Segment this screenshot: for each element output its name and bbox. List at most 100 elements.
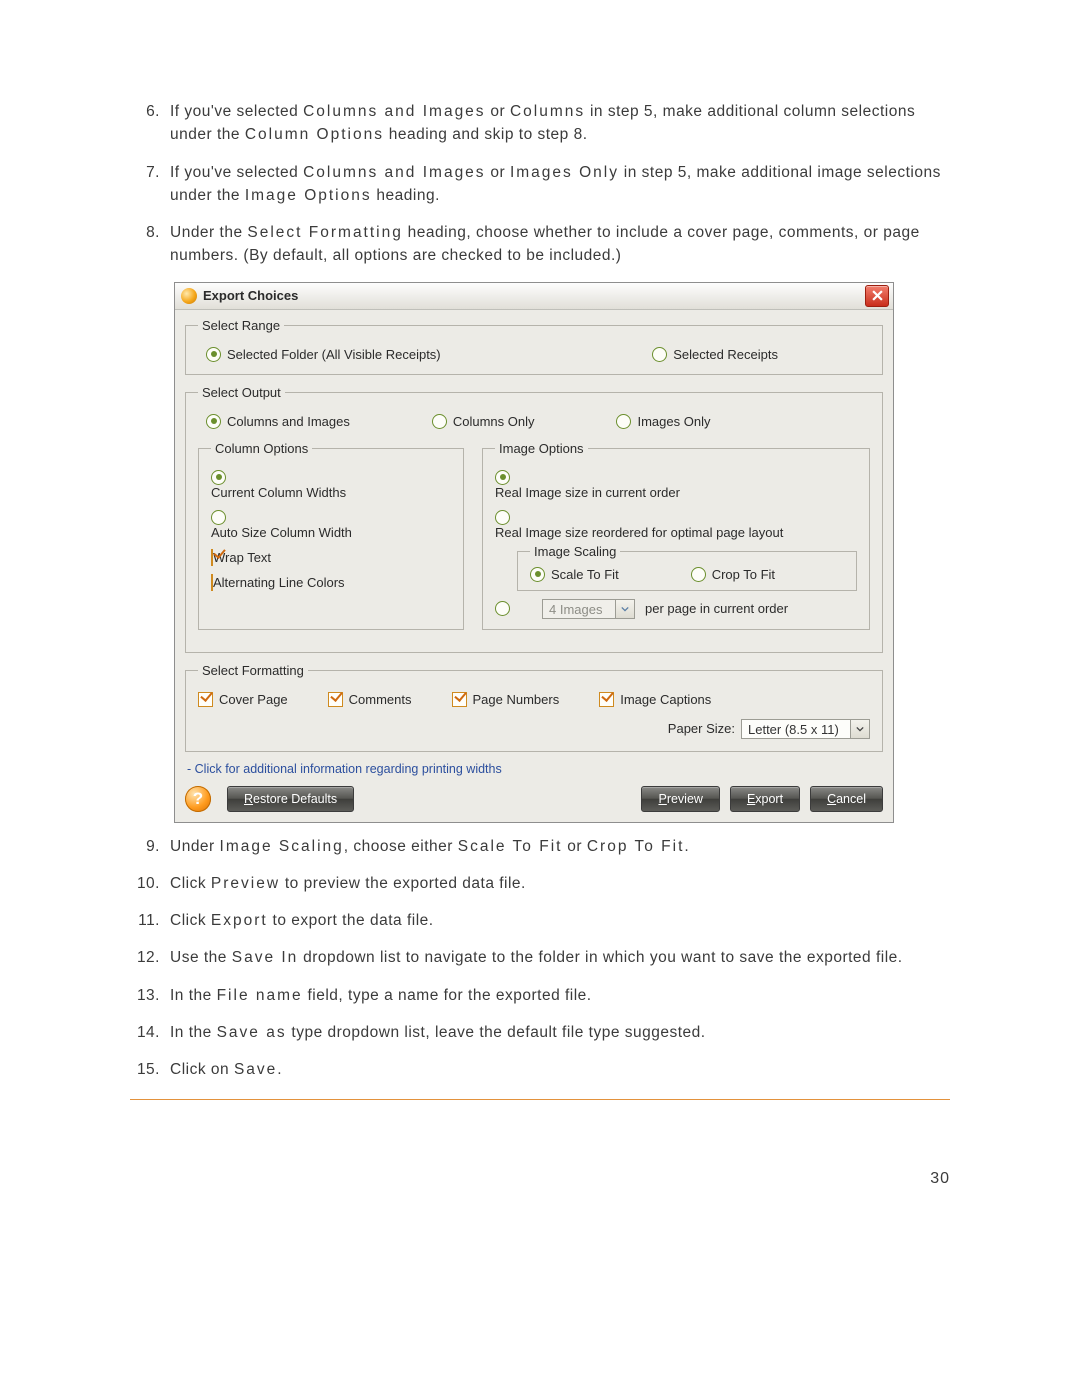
step-body: If you've selected Columns and Images or… — [170, 100, 950, 147]
preview-button[interactable]: Preview — [641, 786, 719, 812]
step-body: Click Export to export the data file. — [170, 909, 950, 932]
radio-images-per-page[interactable] — [495, 601, 510, 616]
cancel-button[interactable]: Cancel — [810, 786, 883, 812]
radio-real-image-current-order[interactable]: Real Image size in current order — [495, 470, 835, 500]
check-alternating-line-colors[interactable]: Alternating Line Colors — [211, 575, 429, 590]
step-body: In the Save as type dropdown list, leave… — [170, 1021, 950, 1044]
checkbox-icon — [452, 692, 467, 707]
step-9: 9. Under Image Scaling, choose either Sc… — [130, 835, 950, 858]
step-12: 12. Use the Save In dropdown list to nav… — [130, 946, 950, 969]
step-num: 11. — [130, 909, 160, 932]
combo-value: 4 Images — [542, 599, 615, 619]
check-comments[interactable]: Comments — [328, 692, 412, 707]
step-11: 11. Click Export to export the data file… — [130, 909, 950, 932]
step-body: If you've selected Columns and Images or… — [170, 161, 950, 208]
radio-icon — [530, 567, 545, 582]
radio-images-only[interactable]: Images Only — [616, 414, 710, 429]
images-per-page-combo[interactable]: 4 Images — [542, 599, 635, 619]
radio-scale-to-fit[interactable]: Scale To Fit — [530, 567, 619, 582]
help-icon[interactable]: ? — [185, 786, 211, 812]
check-page-numbers[interactable]: Page Numbers — [452, 692, 560, 707]
per-page-suffix: per page in current order — [645, 601, 788, 616]
dialog-title: Export Choices — [203, 288, 865, 303]
step-body: Use the Save In dropdown list to navigat… — [170, 946, 950, 969]
close-icon — [872, 290, 883, 301]
step-body: Under the Select Formatting heading, cho… — [170, 221, 950, 268]
select-range-group: Select Range Selected Folder (All Visibl… — [185, 318, 883, 375]
select-formatting-group: Select Formatting Cover Page Comments Pa… — [185, 663, 883, 752]
paper-size-label: Paper Size: — [668, 721, 735, 736]
radio-selected-receipts[interactable]: Selected Receipts — [652, 347, 778, 362]
dialog-titlebar[interactable]: Export Choices — [175, 283, 893, 310]
check-image-captions[interactable]: Image Captions — [599, 692, 711, 707]
select-output-legend: Select Output — [198, 385, 285, 400]
radio-columns-and-images[interactable]: Columns and Images — [206, 414, 350, 429]
step-body: Click Preview to preview the exported da… — [170, 872, 950, 895]
image-scaling-legend: Image Scaling — [530, 544, 620, 559]
image-options-group: Image Options Real Image size in current… — [482, 441, 870, 630]
select-range-legend: Select Range — [198, 318, 284, 333]
section-divider — [130, 1099, 950, 1100]
checkbox-icon — [211, 549, 213, 566]
radio-current-column-widths[interactable]: Current Column Widths — [211, 470, 429, 500]
radio-icon — [206, 347, 221, 362]
image-options-legend: Image Options — [495, 441, 588, 456]
select-formatting-legend: Select Formatting — [198, 663, 308, 678]
column-options-legend: Column Options — [211, 441, 312, 456]
image-scaling-group: Image Scaling Scale To Fit Crop To Fit — [517, 544, 857, 591]
step-num: 13. — [130, 984, 160, 1007]
page-number: 30 — [130, 1170, 950, 1188]
radio-icon — [495, 470, 510, 485]
step-body: In the File name field, type a name for … — [170, 984, 950, 1007]
step-body: Click on Save. — [170, 1058, 950, 1081]
radio-icon — [206, 414, 221, 429]
check-wrap-text[interactable]: Wrap Text — [211, 550, 429, 565]
export-choices-dialog: Export Choices Select Range Selected Fol… — [174, 282, 894, 823]
step-6: 6. If you've selected Columns and Images… — [130, 100, 950, 147]
close-button[interactable] — [865, 285, 889, 307]
step-num: 15. — [130, 1058, 160, 1081]
step-8: 8. Under the Select Formatting heading, … — [130, 221, 950, 268]
radio-icon — [211, 470, 226, 485]
step-num: 9. — [130, 835, 160, 858]
step-15: 15. Click on Save. — [130, 1058, 950, 1081]
step-num: 14. — [130, 1021, 160, 1044]
printing-widths-hint[interactable]: - Click for additional information regar… — [187, 762, 883, 776]
checkbox-icon — [599, 692, 614, 707]
radio-icon — [616, 414, 631, 429]
step-num: 6. — [130, 100, 160, 147]
step-13: 13. In the File name field, type a name … — [130, 984, 950, 1007]
chevron-down-icon[interactable] — [615, 599, 635, 619]
radio-icon — [495, 510, 510, 525]
radio-real-image-optimal-layout[interactable]: Real Image size reordered for optimal pa… — [495, 510, 835, 540]
radio-icon — [432, 414, 447, 429]
radio-selected-folder[interactable]: Selected Folder (All Visible Receipts) — [206, 347, 441, 362]
radio-icon — [691, 567, 706, 582]
radio-icon — [495, 601, 510, 616]
chevron-down-icon[interactable] — [850, 719, 870, 739]
step-num: 8. — [130, 221, 160, 268]
step-7: 7. If you've selected Columns and Images… — [130, 161, 950, 208]
instructions-list-top: 6. If you've selected Columns and Images… — [130, 100, 950, 268]
radio-crop-to-fit[interactable]: Crop To Fit — [691, 567, 775, 582]
checkbox-icon — [198, 692, 213, 707]
radio-columns-only[interactable]: Columns Only — [432, 414, 535, 429]
check-cover-page[interactable]: Cover Page — [198, 692, 288, 707]
paper-size-combo[interactable]: Letter (8.5 x 11) — [741, 719, 870, 739]
step-num: 7. — [130, 161, 160, 208]
combo-value: Letter (8.5 x 11) — [741, 719, 850, 739]
export-button[interactable]: Export — [730, 786, 800, 812]
column-options-group: Column Options Current Column Widths Aut… — [198, 441, 464, 630]
app-icon — [181, 288, 197, 304]
step-10: 10. Click Preview to preview the exporte… — [130, 872, 950, 895]
step-14: 14. In the Save as type dropdown list, l… — [130, 1021, 950, 1044]
select-output-group: Select Output Columns and Images Columns… — [185, 385, 883, 653]
checkbox-icon — [211, 574, 213, 591]
radio-auto-size-column-width[interactable]: Auto Size Column Width — [211, 510, 429, 540]
radio-icon — [652, 347, 667, 362]
radio-icon — [211, 510, 226, 525]
instructions-list-bottom: 9. Under Image Scaling, choose either Sc… — [130, 835, 950, 1082]
step-num: 10. — [130, 872, 160, 895]
restore-defaults-button[interactable]: Restore Defaults — [227, 786, 354, 812]
checkbox-icon — [328, 692, 343, 707]
